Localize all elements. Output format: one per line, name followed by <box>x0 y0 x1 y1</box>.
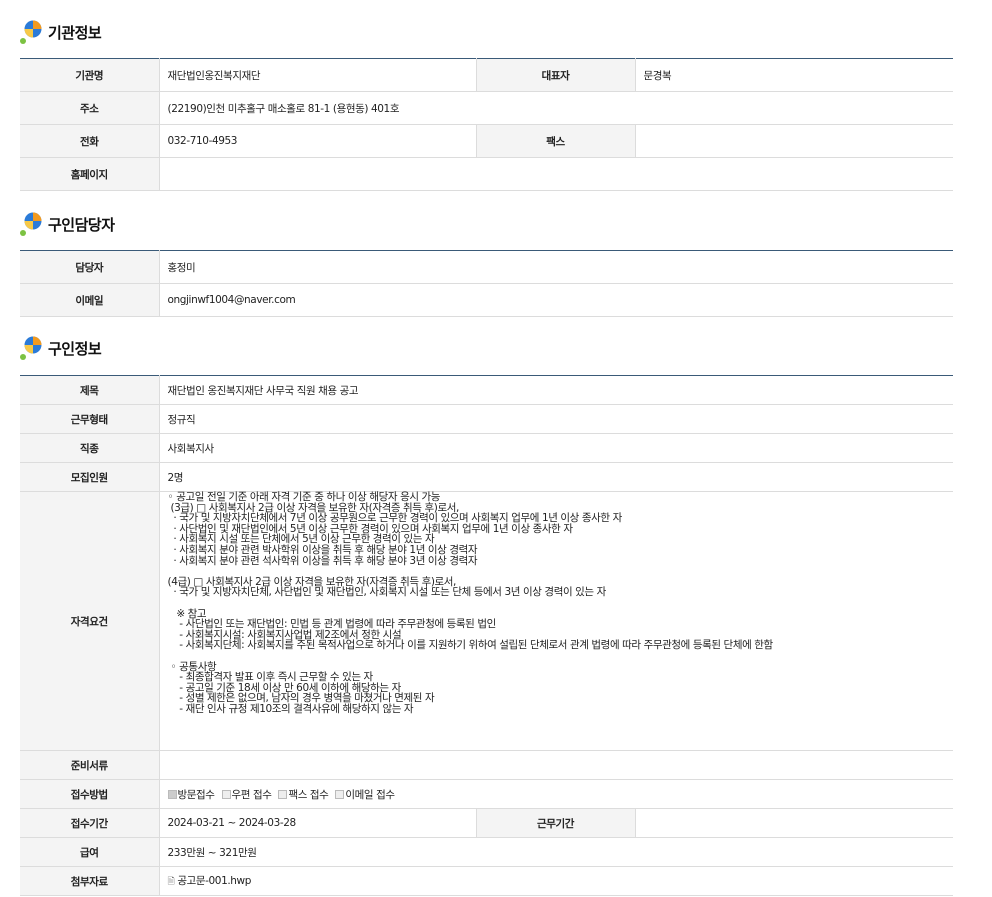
tel-value: 032-710-4953 <box>158 124 476 158</box>
address-label: 주소 <box>20 91 159 125</box>
attachment-cell: 🗎 공고문-001.hwp <box>158 866 953 896</box>
file-icon: 🗎 <box>167 876 175 887</box>
homepage-value[interactable] <box>158 157 953 191</box>
email-value[interactable]: ongjinwf1004@naver.com <box>158 283 953 317</box>
work-period-value <box>634 808 953 838</box>
checkbox-icon <box>167 789 177 799</box>
work-type-value: 정규직 <box>158 404 953 434</box>
ceo-value: 문경복 <box>634 58 953 92</box>
method-option-fax[interactable]: 팩스 접수 <box>278 789 329 801</box>
section-title-contact: 구인담당자 <box>20 210 115 238</box>
ceo-label: 대표자 <box>475 58 635 92</box>
requirements-label: 자격요건 <box>20 491 159 751</box>
subject-label: 제목 <box>20 375 159 405</box>
occupation-value: 사회복지사 <box>158 433 953 463</box>
salary-value: 233만원 ~ 321만원 <box>158 837 953 867</box>
work-type-label: 근무형태 <box>20 404 159 434</box>
period-label: 접수기간 <box>20 808 159 838</box>
method-option-mail[interactable]: 우편 접수 <box>221 789 272 801</box>
fax-value <box>634 124 953 158</box>
org-info-table: 기관명 재단법인옹진복지재단 대표자 문경복 주소 (22190)인천 미추홀구… <box>20 58 953 191</box>
section-title-org: 기관정보 <box>20 18 102 46</box>
recruit-count-value: 2명 <box>158 462 953 492</box>
section-title-text: 구인정보 <box>48 339 102 358</box>
manager-label: 담당자 <box>20 250 159 284</box>
checkbox-icon <box>221 789 231 799</box>
org-name-value: 재단법인옹진복지재단 <box>158 58 476 92</box>
homepage-label: 홈페이지 <box>20 157 159 191</box>
attachment-label: 첨부자료 <box>20 866 159 896</box>
method-options: 방문접수 우편 접수 팩스 접수 이메일 접수 <box>158 779 953 809</box>
section-title-job: 구인정보 <box>20 334 102 362</box>
method-option-email[interactable]: 이메일 접수 <box>335 789 395 801</box>
section-logo-icon <box>20 212 46 236</box>
method-option-visit[interactable]: 방문접수 <box>167 789 215 801</box>
checkbox-icon <box>278 789 288 799</box>
salary-label: 급여 <box>20 837 159 867</box>
documents-label: 준비서류 <box>20 750 159 780</box>
subject-value: 재단법인 옹진복지재단 사무국 직원 채용 공고 <box>158 375 953 405</box>
email-label: 이메일 <box>20 283 159 317</box>
method-label: 접수방법 <box>20 779 159 809</box>
documents-value <box>158 750 953 780</box>
job-info-table: 제목 재단법인 옹진복지재단 사무국 직원 채용 공고 근무형태 정규직 직종 … <box>20 375 953 896</box>
section-logo-icon <box>20 20 46 44</box>
work-period-label: 근무기간 <box>475 808 635 838</box>
section-logo-icon <box>20 336 46 360</box>
requirements-value: ◦ 공고일 전일 기준 아래 자격 기준 중 하나 이상 해당자 응시 가능 (… <box>158 491 953 751</box>
period-value: 2024-03-21 ~ 2024-03-28 <box>158 808 476 838</box>
section-title-text: 구인담당자 <box>48 215 115 234</box>
manager-value: 홍정미 <box>158 250 953 284</box>
tel-label: 전화 <box>20 124 159 158</box>
occupation-label: 직종 <box>20 433 159 463</box>
fax-label: 팩스 <box>475 124 635 158</box>
recruit-count-label: 모집인원 <box>20 462 159 492</box>
section-title-text: 기관정보 <box>48 23 102 42</box>
contact-info-table: 담당자 홍정미 이메일 ongjinwf1004@naver.com <box>20 250 953 317</box>
checkbox-icon <box>335 789 345 799</box>
attachment-link[interactable]: 공고문-001.hwp <box>177 875 251 887</box>
org-name-label: 기관명 <box>20 58 159 92</box>
address-value: (22190)인천 미추홀구 매소홀로 81-1 (용현동) 401호 <box>158 91 953 125</box>
